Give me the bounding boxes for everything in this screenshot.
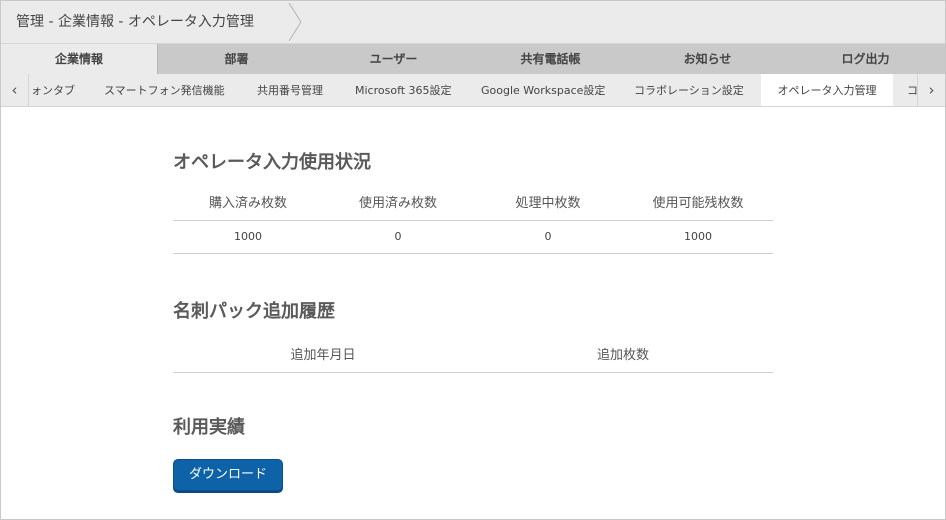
used-count: 0: [394, 230, 402, 243]
chevron-right-icon[interactable]: ›: [917, 74, 945, 106]
usage-table: 購入済み枚数 使用済み枚数 処理中枚数 使用可能残枚数 1000 0 0 100…: [173, 184, 773, 254]
column-header: 処理中枚数: [515, 196, 581, 212]
tab-label: ログ出力: [841, 52, 890, 66]
breadcrumb-text: 管理 - 企業情報 - オペレータ入力管理: [16, 14, 254, 30]
history-table: 追加年月日 追加枚数: [173, 336, 773, 373]
processing-count: 0: [544, 230, 552, 243]
tab-label: お知らせ: [683, 52, 732, 66]
tab-label: 共有電話帳: [520, 52, 581, 66]
column-header: 追加枚数: [596, 348, 649, 364]
tab-users[interactable]: ユーザー: [315, 44, 472, 75]
tab-company-info[interactable]: 企業情報: [1, 44, 158, 75]
usage-section-title: オペレータ入力使用状況: [173, 152, 371, 173]
sub-tab-operator-input[interactable]: オペレータ入力管理: [761, 74, 893, 106]
sub-tab-microsoft365[interactable]: Microsoft 365設定: [355, 74, 452, 106]
sub-tab-smartphone-call[interactable]: スマートフォン発信機能: [104, 74, 225, 106]
sub-tab-google-workspace[interactable]: Google Workspace設定: [481, 74, 605, 106]
remaining-count: 1000: [684, 230, 712, 243]
main-tab-bar: 企業情報 部署 ユーザー 共有電話帳 お知らせ ログ出力: [1, 43, 945, 75]
purchased-count: 1000: [234, 230, 262, 243]
column-header: 追加年月日: [290, 348, 356, 364]
table-row: 1000 0 0 1000: [173, 220, 773, 253]
sub-tab-shared-numbers[interactable]: 共用番号管理: [257, 74, 323, 106]
tab-departments[interactable]: 部署: [158, 44, 315, 75]
column-header: 購入済み枚数: [208, 196, 287, 212]
history-section-title: 名刺パック追加履歴: [173, 301, 335, 322]
tab-shared-phonebook[interactable]: 共有電話帳: [472, 44, 629, 75]
download-button[interactable]: ダウンロード: [173, 459, 283, 491]
tab-label: 部署: [224, 52, 249, 66]
table-header-row: 追加年月日 追加枚数: [173, 336, 773, 372]
chevron-left-icon[interactable]: ‹: [1, 74, 29, 106]
breadcrumb-arrow-icon: [288, 2, 302, 42]
column-header: 使用可能残枚数: [652, 196, 744, 212]
tab-label: 企業情報: [54, 52, 103, 66]
breadcrumb: 管理 - 企業情報 - オペレータ入力管理: [1, 1, 945, 43]
sub-tab-phone-tab[interactable]: ォンタブ: [31, 74, 75, 106]
sub-tab-collaboration[interactable]: コラボレーション設定: [634, 74, 744, 106]
tab-notices[interactable]: お知らせ: [629, 44, 786, 75]
column-header: 使用済み枚数: [358, 196, 437, 212]
table-header-row: 購入済み枚数 使用済み枚数 処理中枚数 使用可能残枚数: [173, 184, 773, 220]
tab-label: ユーザー: [369, 52, 418, 66]
results-section-title: 利用実績: [173, 417, 245, 438]
sub-tab-bar: ‹ ォンタブ スマートフォン発信機能 共用番号管理 Microsoft 365設…: [1, 74, 945, 107]
tab-log-output[interactable]: ログ出力: [786, 44, 945, 75]
